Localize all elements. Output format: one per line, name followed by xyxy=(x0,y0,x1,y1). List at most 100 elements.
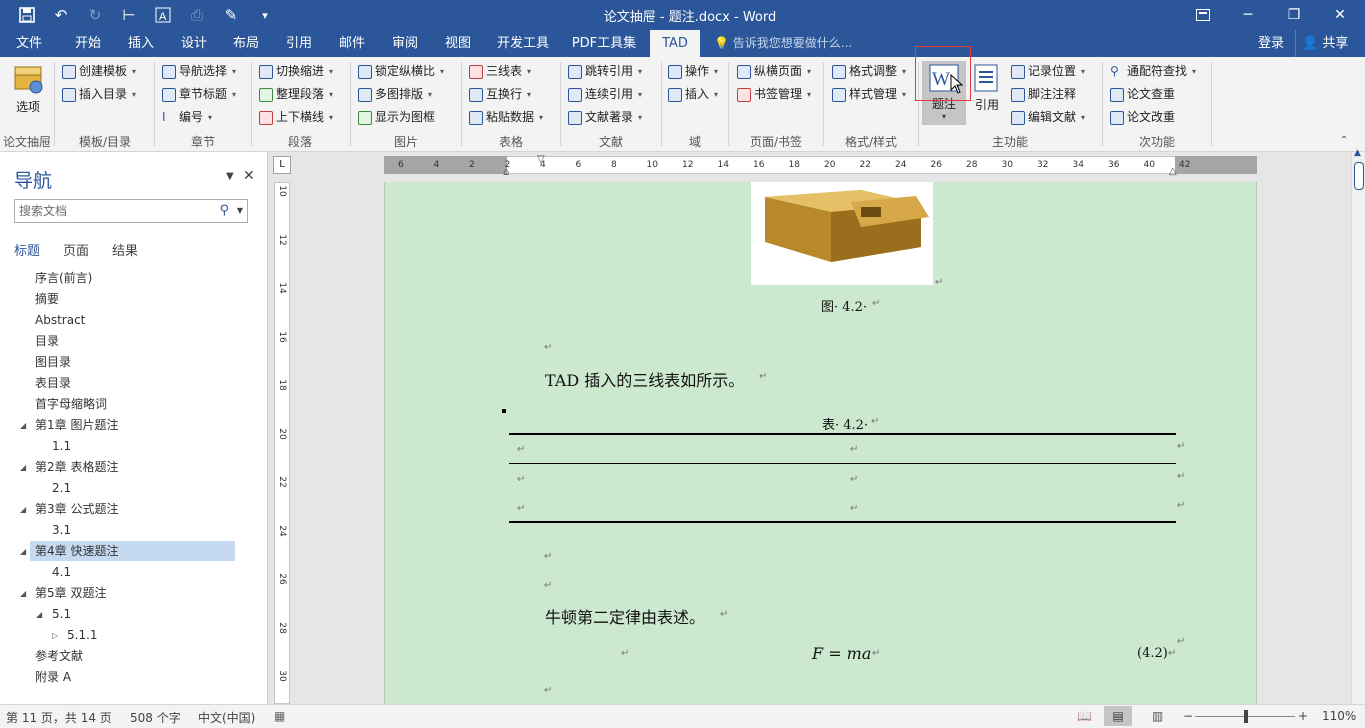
collapse-arrow-icon[interactable]: ◢ xyxy=(20,547,26,556)
nav-item[interactable]: 4.1 xyxy=(52,562,71,582)
wildcard-search-button[interactable]: ⚲ 通配符查找 ▾ xyxy=(1110,61,1196,82)
zoom-slider-thumb[interactable] xyxy=(1244,710,1248,723)
figure-image[interactable] xyxy=(751,182,933,285)
three-line-table-button[interactable]: 三线表 ▾ xyxy=(469,61,531,82)
tab-tad[interactable]: TAD xyxy=(650,30,700,57)
macro-record-icon[interactable]: ▦ xyxy=(274,709,285,723)
search-input[interactable]: 搜索文档 ⚲ ▼ xyxy=(14,199,248,223)
nav-select-button[interactable]: 导航选择 ▾ xyxy=(162,61,236,82)
lock-ratio-button[interactable]: 锁定纵横比 ▾ xyxy=(358,61,444,82)
language[interactable]: 中文(中国) xyxy=(198,709,255,726)
nav-item[interactable]: 3.1 xyxy=(52,520,71,540)
vertical-scrollbar[interactable]: ▲ xyxy=(1351,148,1365,704)
revise-paper-button[interactable]: 论文改重 xyxy=(1110,107,1175,128)
nav-item[interactable]: 5.1 xyxy=(52,604,71,624)
nav-item[interactable]: 5.1.1 xyxy=(67,625,98,645)
tab-mailings[interactable]: 邮件 xyxy=(327,30,377,57)
tell-me-box[interactable]: 💡 告诉我您想要做什么... xyxy=(714,30,852,57)
nav-item[interactable]: 首字母缩略词 xyxy=(35,394,107,414)
nav-item[interactable]: 目录 xyxy=(35,331,59,351)
tab-review[interactable]: 审阅 xyxy=(380,30,430,57)
tab-view[interactable]: 视图 xyxy=(433,30,483,57)
nav-item[interactable]: 第3章 公式题注 xyxy=(35,499,118,519)
nav-item[interactable]: 附录 A xyxy=(35,667,71,687)
tab-headings[interactable]: 标题 xyxy=(14,240,40,259)
tab-layout[interactable]: 布局 xyxy=(221,30,271,57)
nav-item[interactable]: 图目录 xyxy=(35,352,71,372)
print-layout-icon[interactable]: ▤ xyxy=(1104,706,1132,726)
zoom-out-icon[interactable]: − xyxy=(1183,709,1193,723)
scroll-thumb[interactable] xyxy=(1354,162,1364,190)
collapse-arrow-icon[interactable]: ◢ xyxy=(20,589,26,598)
tab-developer[interactable]: 开发工具 xyxy=(490,30,556,57)
customize-qat-icon[interactable]: ▾ xyxy=(252,2,278,28)
check-paper-button[interactable]: 论文查重 xyxy=(1110,84,1175,105)
left-indent-marker-icon[interactable]: ⌂ xyxy=(503,167,509,178)
operate-button[interactable]: 操作 ▾ xyxy=(668,61,718,82)
collapse-arrow-icon[interactable]: ◢ xyxy=(36,610,42,619)
tab-results[interactable]: 结果 xyxy=(112,240,138,259)
tab-pages[interactable]: 页面 xyxy=(63,240,89,259)
nav-item[interactable]: 表目录 xyxy=(35,373,71,393)
close-button[interactable]: ✕ xyxy=(1317,0,1363,30)
bookmark-button[interactable]: 书签管理 ▾ xyxy=(737,84,811,105)
cite-button[interactable]: 引用 xyxy=(970,63,1004,113)
equation-number[interactable]: (4.2) xyxy=(1137,646,1168,661)
page-count[interactable]: 第 11 页，共 14 页 xyxy=(6,709,112,726)
nav-item-selected[interactable]: 第4章 快速题注 xyxy=(30,541,235,561)
ribbon-display-options-icon[interactable] xyxy=(1180,0,1226,30)
tab-pdf-tools[interactable]: PDF工具集 xyxy=(566,30,642,57)
tab-home[interactable]: 开始 xyxy=(60,30,116,57)
tab-stop-selector[interactable]: L xyxy=(273,156,291,174)
brush-icon[interactable]: ✎ xyxy=(218,2,244,28)
tab-design[interactable]: 设计 xyxy=(168,30,220,57)
body-paragraph[interactable]: 牛顿第二定律由表述。 xyxy=(545,604,705,628)
expand-arrow-icon[interactable]: ▷ xyxy=(52,631,58,640)
right-indent-marker-icon[interactable]: △ xyxy=(1169,166,1177,177)
nav-item[interactable]: 第1章 图片题注 xyxy=(35,415,118,435)
zoom-in-icon[interactable]: + xyxy=(1298,709,1308,723)
document-page[interactable]: ↵ 图· 4.2· ↵ ↵ TAD 插入的三线表如所示。 ↵ 表· 4.2· ↵… xyxy=(384,182,1257,704)
scroll-up-icon[interactable]: ▲ xyxy=(1354,148,1361,158)
insert-toc-button[interactable]: 插入目录 ▾ xyxy=(62,84,136,105)
undo-icon[interactable]: ↶ xyxy=(48,2,74,28)
collapse-arrow-icon[interactable]: ◢ xyxy=(20,463,26,472)
web-layout-icon[interactable]: ▥ xyxy=(1152,709,1163,723)
body-paragraph[interactable]: TAD 插入的三线表如所示。 xyxy=(545,367,744,391)
footnote-button[interactable]: 脚注注释 xyxy=(1011,84,1076,105)
minimize-button[interactable]: ─ xyxy=(1225,0,1271,30)
nav-item[interactable]: 1.1 xyxy=(52,436,71,456)
options-button[interactable]: 选项 xyxy=(8,63,48,115)
create-template-button[interactable]: 创建模板 ▾ xyxy=(62,61,136,82)
updown-lines-button[interactable]: 上下横线 ▾ xyxy=(259,107,333,128)
paste-data-button[interactable]: 粘贴数据 ▾ xyxy=(469,107,543,128)
font-format-icon[interactable]: A xyxy=(150,2,176,28)
collapse-arrow-icon[interactable]: ◢ xyxy=(20,505,26,514)
landscape-page-button[interactable]: 纵横页面 ▾ xyxy=(737,61,811,82)
style-manage-button[interactable]: 样式管理 ▾ xyxy=(832,84,906,105)
sign-in-link[interactable]: 登录 xyxy=(1258,30,1284,57)
nav-item[interactable]: Abstract xyxy=(35,310,85,330)
nav-item[interactable]: 参考文献 xyxy=(35,646,83,666)
table-caption[interactable]: 表· 4.2· xyxy=(822,414,868,433)
restore-button[interactable]: ❐ xyxy=(1271,0,1317,30)
format-adjust-button[interactable]: 格式调整 ▾ xyxy=(832,61,906,82)
print-icon[interactable]: ⎙ xyxy=(184,2,210,28)
zoom-level[interactable]: 110% xyxy=(1322,709,1356,723)
bibliography-button[interactable]: 文献著录 ▾ xyxy=(568,107,642,128)
read-mode-icon[interactable]: 📖 xyxy=(1077,709,1092,723)
close-icon[interactable]: ✕ xyxy=(243,168,255,184)
search-icon[interactable]: ⚲ xyxy=(219,200,229,222)
chapter-title-button[interactable]: 章节标题 ▾ xyxy=(162,84,236,105)
figure-caption[interactable]: 图· 4.2· xyxy=(821,296,867,315)
redo-icon[interactable]: ↻ xyxy=(82,2,108,28)
insert-field-button[interactable]: 插入 ▾ xyxy=(668,84,718,105)
tab-file[interactable]: 文件 xyxy=(4,30,54,57)
numbering-button[interactable]: Ⅰ 编号 ▾ xyxy=(162,107,212,128)
horizontal-ruler[interactable] xyxy=(384,156,1257,174)
equation[interactable]: F = ma xyxy=(812,644,871,663)
collapse-ribbon-icon[interactable]: ⌃ xyxy=(1340,135,1348,146)
share-button[interactable]: 👤 共享 xyxy=(1295,30,1355,57)
jump-ref-button[interactable]: 跳转引用 ▾ xyxy=(568,61,642,82)
nav-item[interactable]: 第2章 表格题注 xyxy=(35,457,118,477)
